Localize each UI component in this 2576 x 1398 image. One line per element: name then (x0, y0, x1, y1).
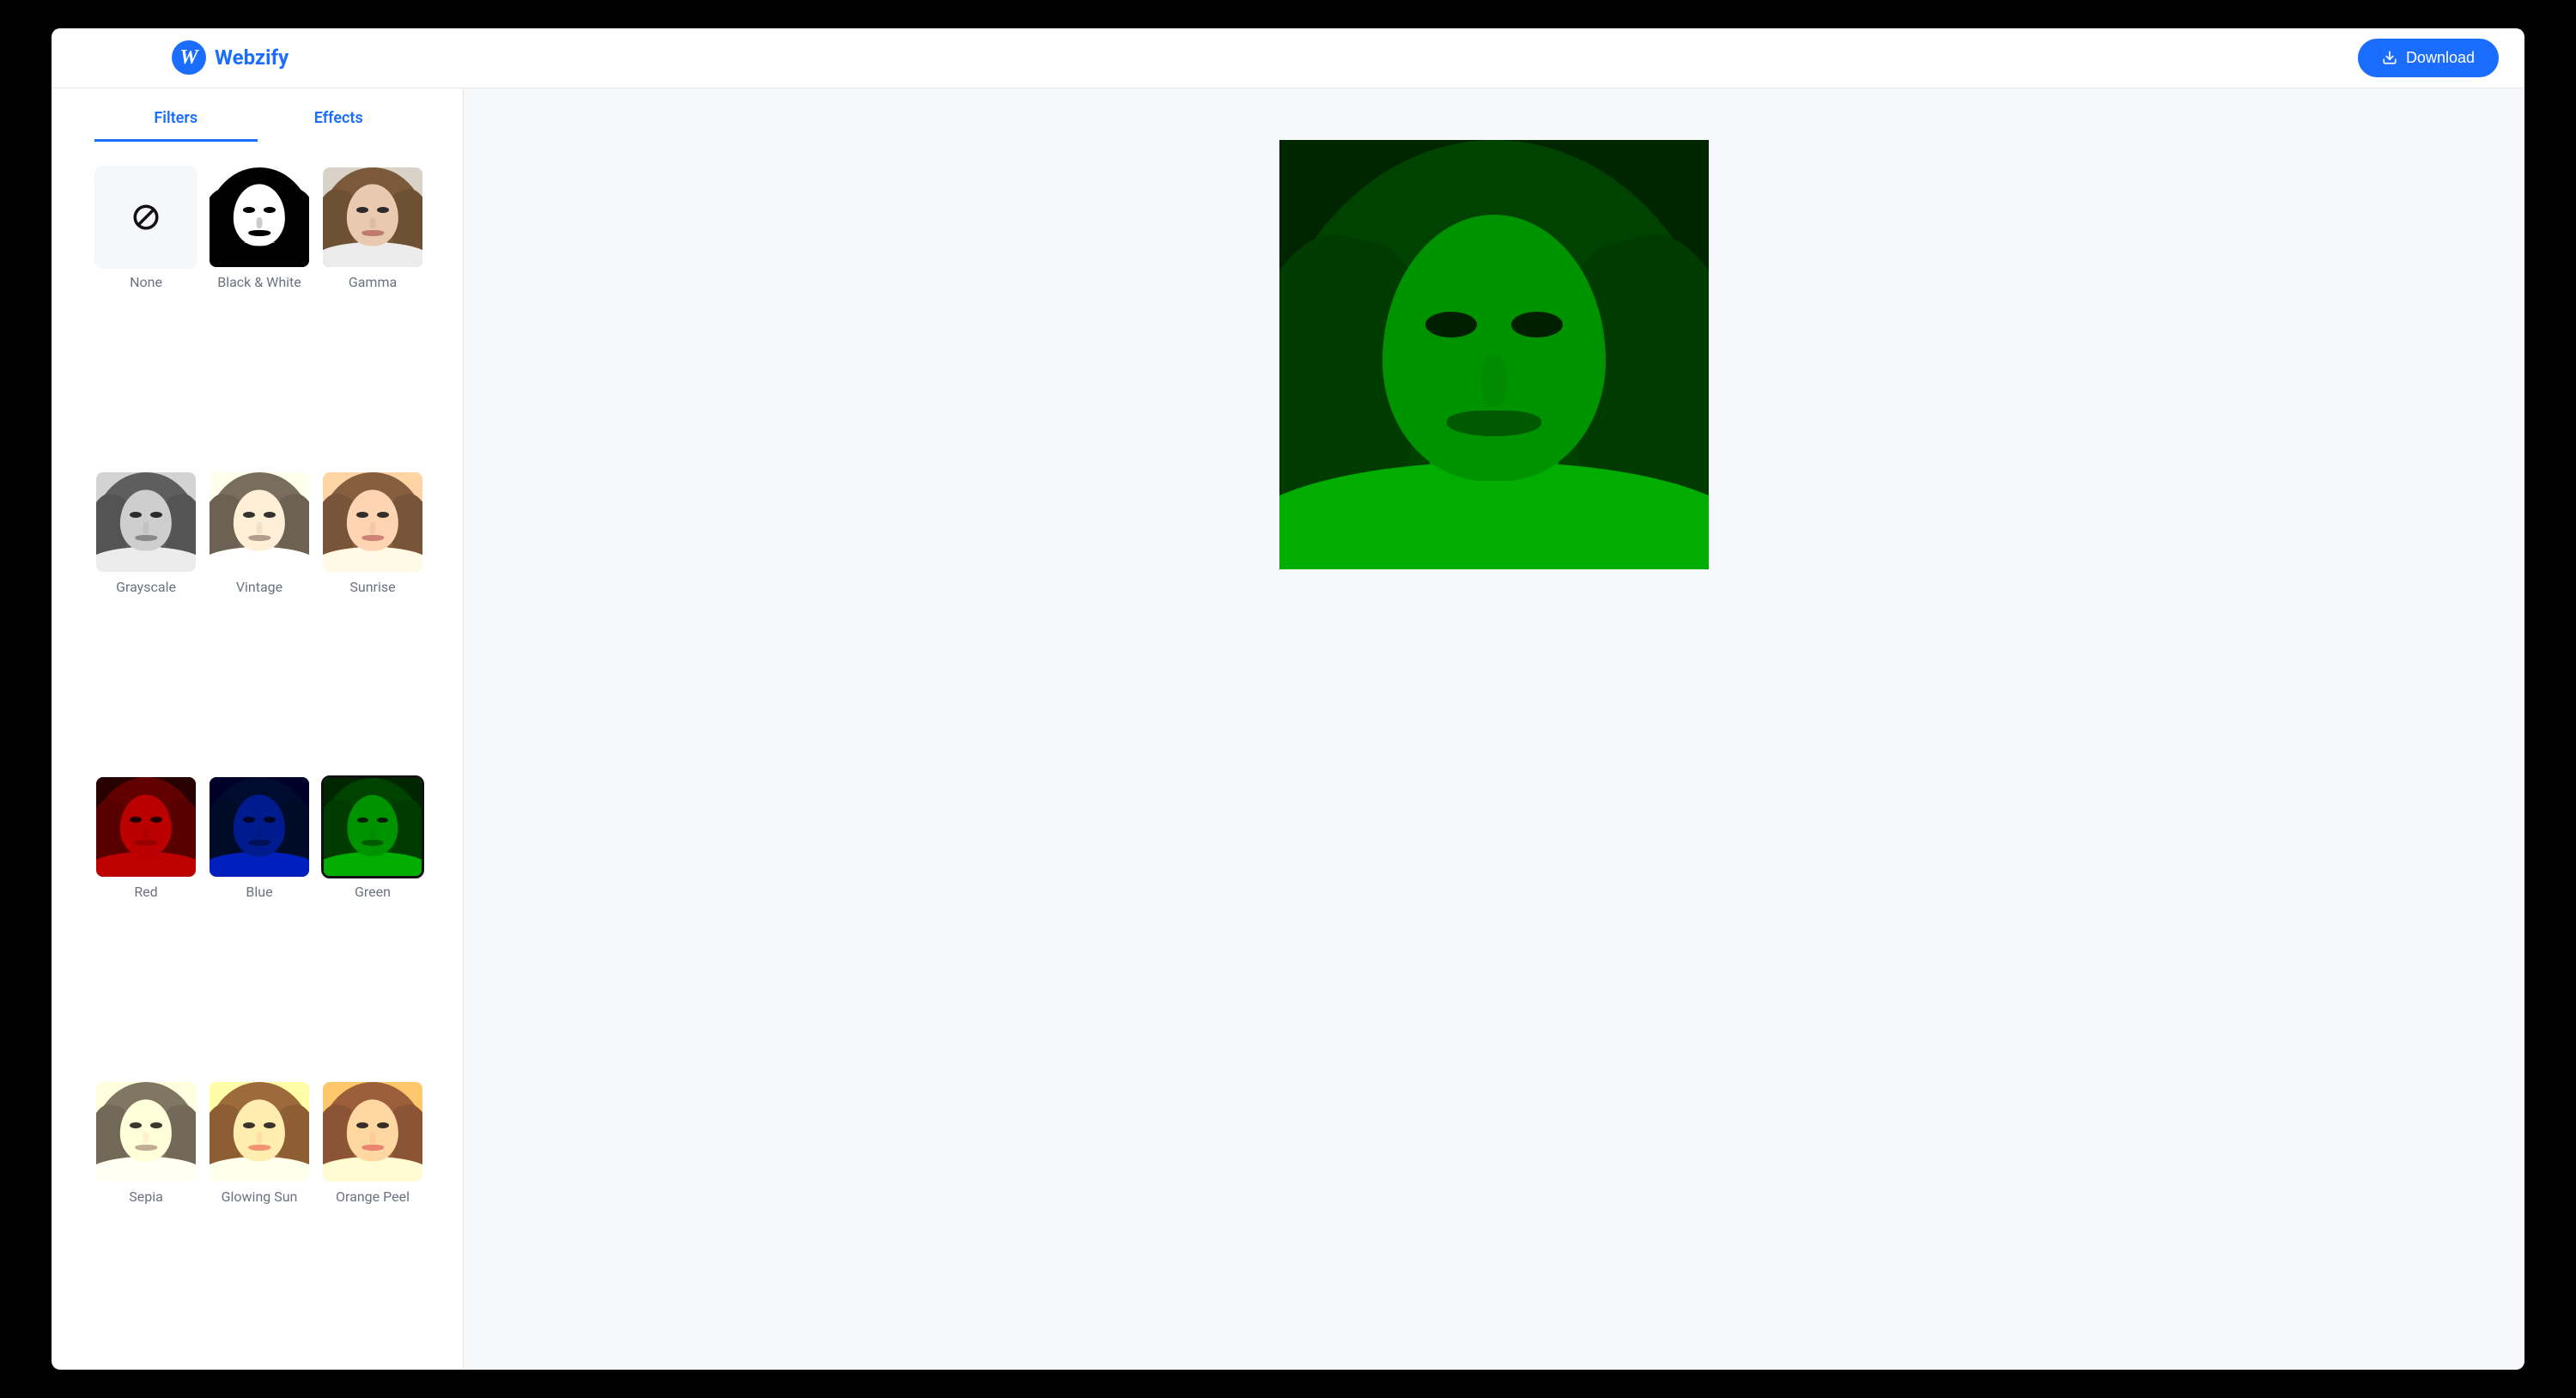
filter-none[interactable]: None (94, 166, 197, 455)
filter-label: Red (134, 884, 157, 900)
filter-thumb-bw (208, 166, 311, 269)
filter-thumb-none (94, 166, 197, 269)
body: Filters Effects None (52, 88, 2524, 1371)
filter-sunrise[interactable]: Sunrise (321, 471, 424, 760)
filter-orange-peel[interactable]: Orange Peel (321, 1080, 424, 1370)
filter-thumb-sunrise (321, 471, 424, 574)
sidebar: Filters Effects None (52, 88, 464, 1371)
logo-icon: W (172, 40, 206, 75)
filter-bw[interactable]: Black & White (208, 166, 311, 455)
filter-thumb-green (321, 775, 424, 878)
filter-label: Grayscale (116, 579, 176, 595)
filter-green[interactable]: Green (321, 775, 424, 1065)
logo-letter: W (179, 46, 197, 70)
filter-grid[interactable]: None Black & White Gamma (52, 142, 463, 1371)
filter-label: Vintage (236, 579, 283, 595)
logo[interactable]: W Webzify (172, 40, 289, 75)
none-icon (131, 203, 161, 232)
filter-glowing-sun[interactable]: Glowing Sun (208, 1080, 311, 1370)
filter-thumb-glowing-sun (208, 1080, 311, 1183)
filter-label: Sepia (129, 1188, 163, 1205)
filter-label: Blue (246, 884, 272, 900)
filter-vintage[interactable]: Vintage (208, 471, 311, 760)
tabs: Filters Effects (52, 88, 463, 142)
tab-effects[interactable]: Effects (258, 100, 421, 142)
filter-grayscale[interactable]: Grayscale (94, 471, 197, 760)
filter-label: Gamma (349, 274, 397, 290)
download-label: Download (2406, 49, 2475, 67)
filter-gamma[interactable]: Gamma (321, 166, 424, 455)
download-button[interactable]: Download (2358, 39, 2499, 77)
filter-label: Orange Peel (336, 1188, 410, 1205)
tab-filters-label: Filters (154, 109, 197, 127)
filter-thumb-sepia (94, 1080, 197, 1183)
logo-text: Webzify (215, 46, 289, 70)
app-window: W Webzify Download Filters Effects (52, 28, 2524, 1371)
filter-thumb-orange-peel (321, 1080, 424, 1183)
filter-label: None (130, 274, 162, 290)
filter-red[interactable]: Red (94, 775, 197, 1065)
filter-thumb-gamma (321, 166, 424, 269)
filter-label: Green (355, 884, 391, 900)
filter-sepia[interactable]: Sepia (94, 1080, 197, 1370)
download-icon (2382, 50, 2397, 65)
tab-effects-label: Effects (314, 109, 363, 127)
filter-label: Sunrise (349, 579, 395, 595)
filter-thumb-red (94, 775, 197, 878)
filter-label: Black & White (217, 274, 301, 290)
preview-image[interactable] (1279, 140, 1709, 569)
filter-label: Glowing Sun (222, 1188, 298, 1205)
filter-blue[interactable]: Blue (208, 775, 311, 1065)
preview-area (464, 88, 2524, 1371)
tab-filters[interactable]: Filters (94, 100, 258, 142)
filter-thumb-blue (208, 775, 311, 878)
filter-thumb-vintage (208, 471, 311, 574)
filter-thumb-grayscale (94, 471, 197, 574)
header: W Webzify Download (52, 28, 2524, 88)
